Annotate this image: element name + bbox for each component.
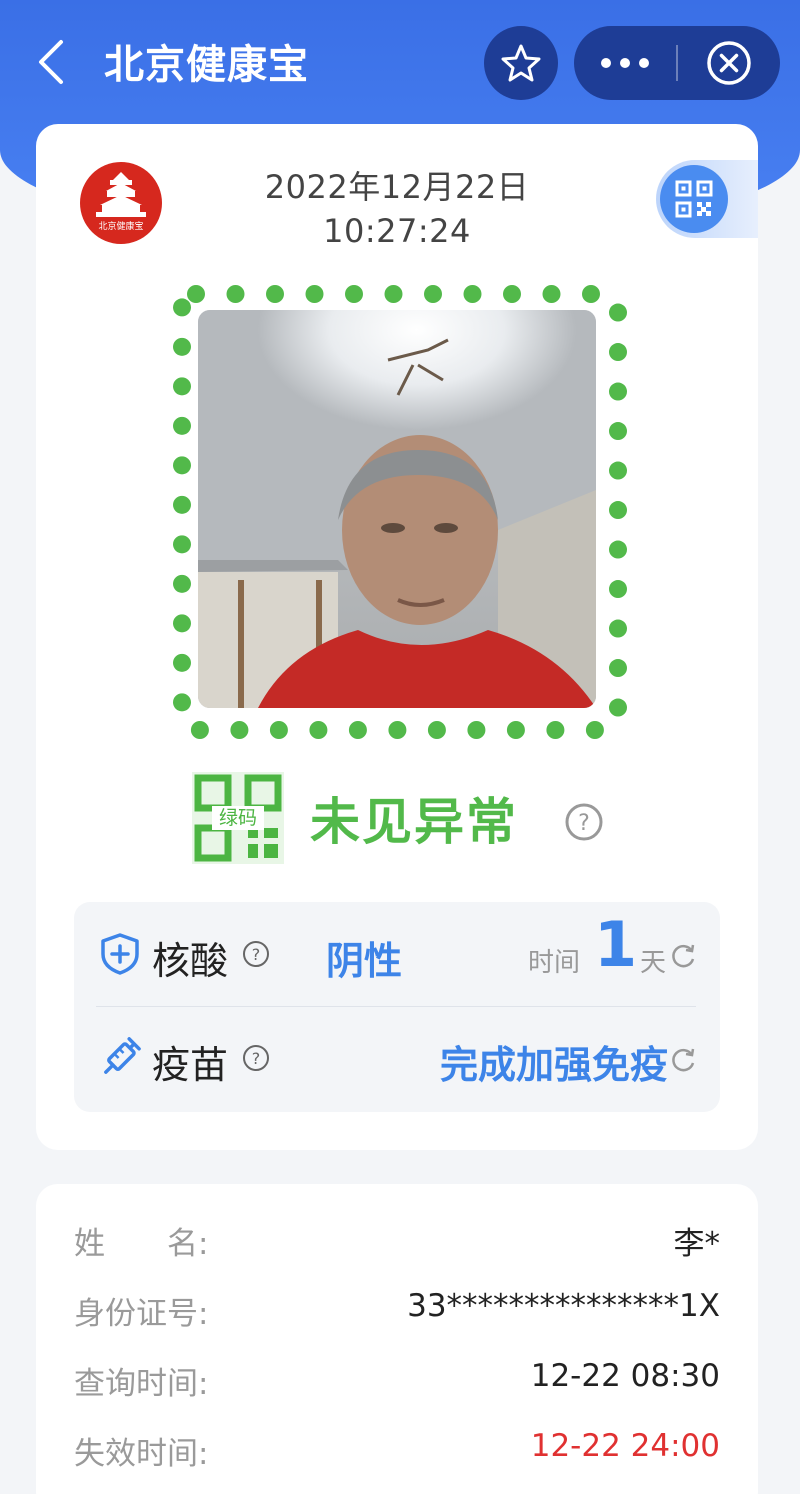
pcr-days-unit: 天 [640,948,667,978]
query-time-row: 查询时间: 12-22 08:30 [36,1358,758,1408]
green-code-label: 绿码 [212,806,264,830]
mini-program-capsule [574,26,780,100]
chevron-left-icon [39,40,63,84]
vaccine-label: 疫苗 [152,1043,229,1087]
name-value: 李* [673,1226,721,1262]
name-label: 姓 名: [74,1226,209,1262]
pcr-days: 1 [594,908,638,981]
vaccine-help-icon[interactable]: ? [242,1044,270,1072]
app-title: 北京健康宝 [104,42,309,88]
expire-time-label: 失效时间: [74,1436,209,1472]
expire-time-value: 12-22 24:00 [530,1428,720,1464]
more-button[interactable] [574,26,676,100]
svg-text:?: ? [578,811,590,836]
pcr-result: 阴性 [326,939,403,983]
health-status-row: 绿码 未见异常 ? [192,772,622,868]
pcr-help-icon[interactable]: ? [242,940,270,968]
svg-text:?: ? [252,1049,261,1068]
close-circle-icon [707,41,751,85]
name-row: 姓 名: 李* [36,1218,758,1268]
close-button[interactable] [678,26,780,100]
pcr-time-label: 时间 [528,948,581,978]
favorite-button[interactable] [484,26,558,100]
photo-frame [170,284,630,744]
expire-time-row: 失效时间: 12-22 24:00 [36,1428,758,1478]
shield-plus-icon [101,933,139,975]
syringe-icon [104,1037,141,1074]
pcr-row[interactable]: 核酸 ? 阴性 时间 1 天 [74,902,720,1006]
help-icon[interactable]: ? [564,802,604,842]
id-label: 身份证号: [74,1296,209,1332]
qr-code-tab [656,160,758,238]
top-bar: 北京健康宝 [0,0,800,122]
query-time-value: 12-22 08:30 [530,1358,720,1394]
svg-text:?: ? [252,945,261,964]
vaccine-status: 完成加强免疫 [439,1043,668,1087]
qr-code-icon [675,180,713,218]
more-dots-icon [601,58,649,68]
back-button[interactable] [22,30,78,94]
user-photo [198,310,596,708]
current-time: 10:27:24 [323,212,471,250]
query-time-label: 查询时间: [74,1366,209,1402]
id-value: 33***************1X [407,1288,720,1324]
refresh-icon[interactable] [670,942,698,970]
test-vaccine-panel: 核酸 ? 阴性 时间 1 天 疫苗 ? 完成加强免疫 [74,902,720,1112]
health-status-text: 未见异常 [310,793,518,851]
star-icon [501,44,541,82]
vaccine-row[interactable]: 疫苗 ? 完成加强免疫 [74,1006,720,1110]
health-code-card: 北京健康宝 2022年12月22日 10:27:24 绿码 未见异常 ? 核酸 … [36,124,758,1150]
vaccine-refresh-icon[interactable] [670,1046,698,1074]
current-date: 2022年12月22日 [264,168,530,206]
qr-code-button[interactable] [660,165,728,233]
id-row: 身份证号: 33***************1X [36,1288,758,1338]
personal-info-card: 姓 名: 李* 身份证号: 33***************1X 查询时间: … [36,1184,758,1494]
pcr-label: 核酸 [152,939,229,983]
